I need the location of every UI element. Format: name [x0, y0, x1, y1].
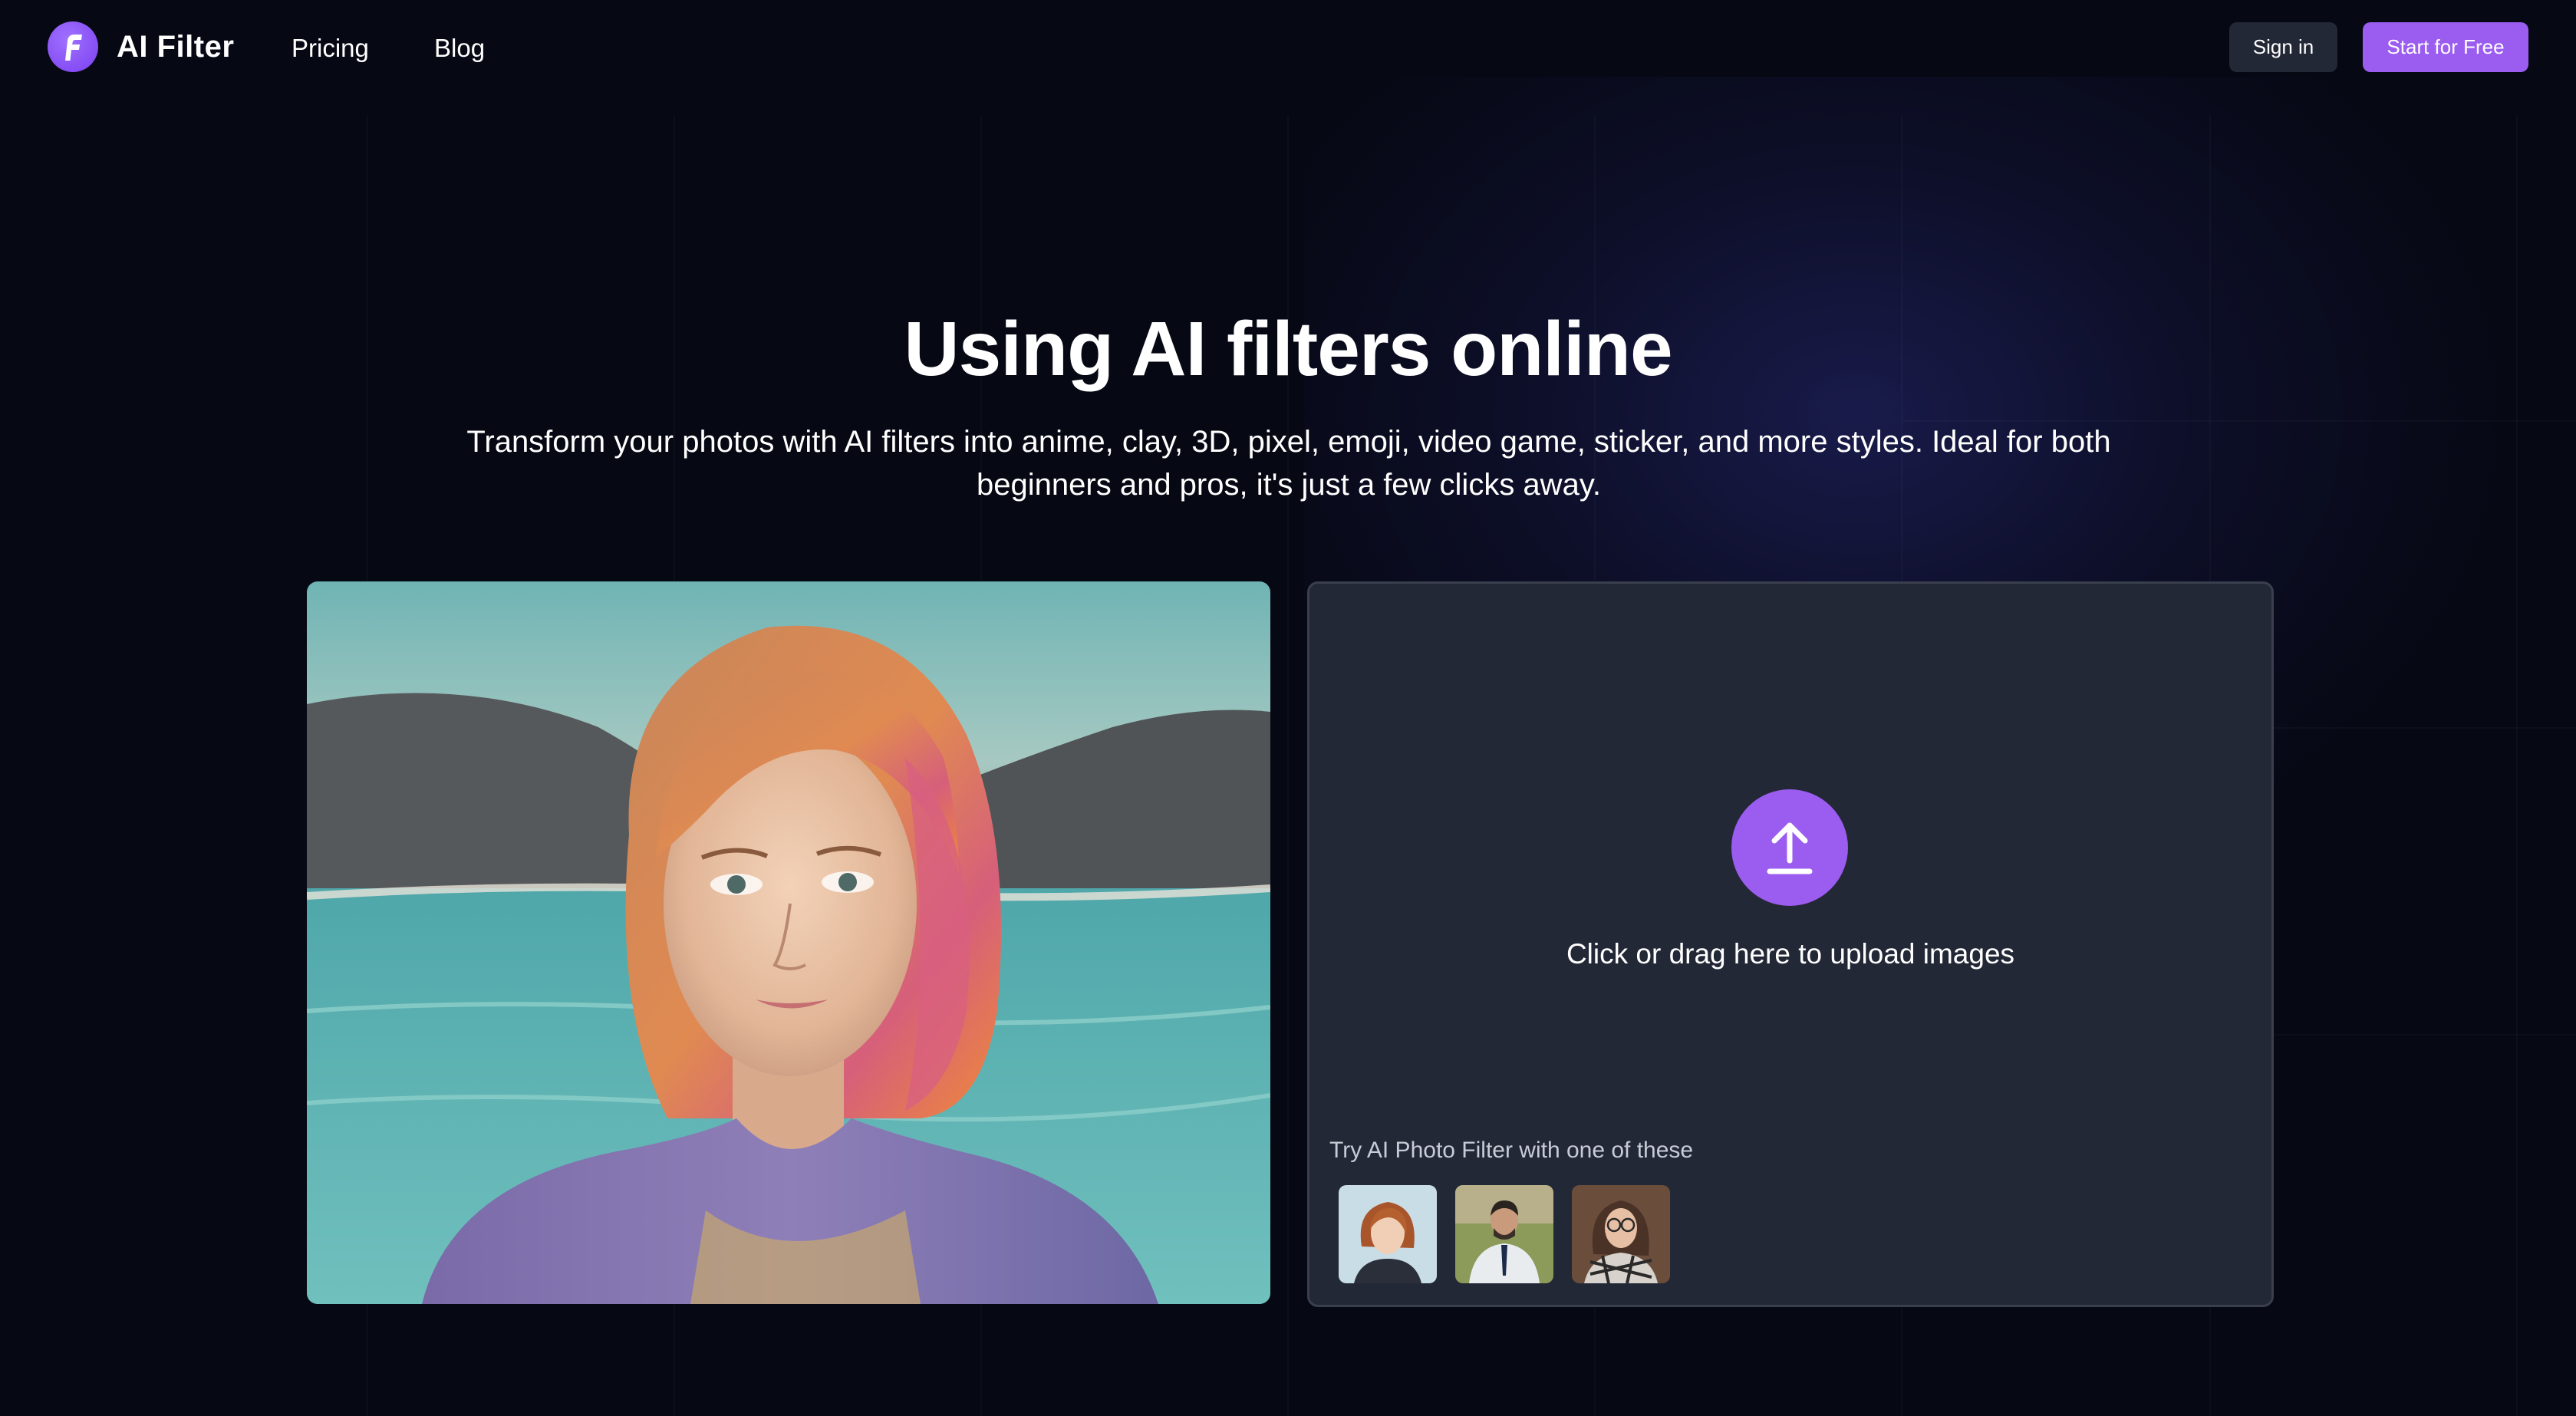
upload-label: Click or drag here to upload images	[1566, 938, 2015, 970]
top-navbar: AI Filter Pricing Blog Sign in Start for…	[0, 0, 2576, 95]
brand-logo[interactable]: AI Filter	[48, 21, 234, 72]
subtitle-line-1: Transform your photos with AI filters in…	[466, 425, 2111, 459]
logo-f-icon	[48, 21, 98, 72]
sample-thumbnails	[1339, 1185, 1670, 1283]
sample-thumbnail-3[interactable]	[1572, 1185, 1670, 1283]
upload-icon[interactable]	[1731, 789, 1848, 906]
brand-name: AI Filter	[117, 29, 235, 64]
start-free-button[interactable]: Start for Free	[2363, 22, 2528, 72]
page-title: Using AI filters online	[904, 306, 1672, 392]
filter-preview-image	[307, 581, 1270, 1304]
upload-dropzone[interactable]: Click or drag here to upload images Try …	[1307, 581, 2274, 1307]
nav-link-blog[interactable]: Blog	[434, 34, 485, 63]
nav-link-pricing[interactable]: Pricing	[292, 34, 369, 63]
sign-in-button[interactable]: Sign in	[2229, 22, 2337, 72]
page-subtitle: Transform your photos with AI filters in…	[384, 420, 2194, 506]
subtitle-line-2: beginners and pros, it's just a few clic…	[977, 468, 1601, 502]
try-samples-label: Try AI Photo Filter with one of these	[1329, 1138, 1694, 1163]
sample-thumbnail-2[interactable]	[1455, 1185, 1553, 1283]
sample-thumbnail-1[interactable]	[1339, 1185, 1437, 1283]
